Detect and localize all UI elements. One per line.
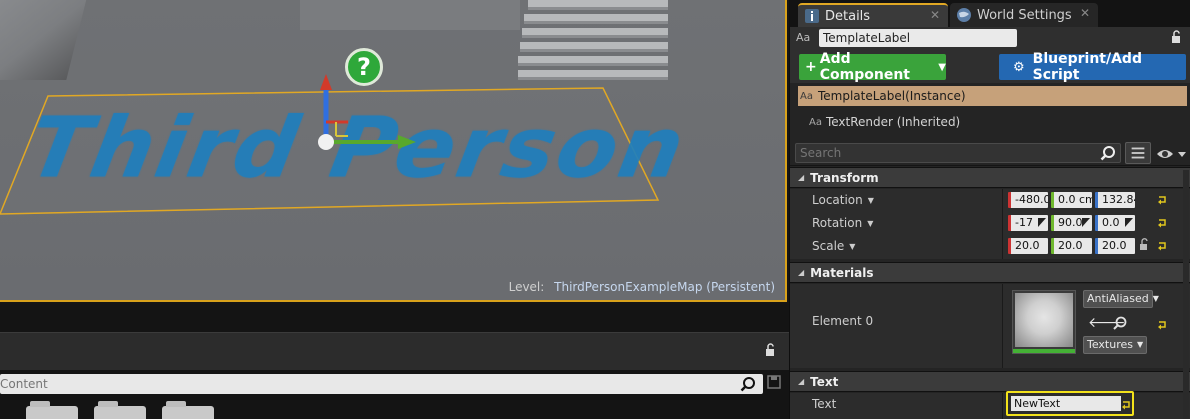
gear-icon: ⚙ — [1013, 59, 1025, 75]
add-component-button[interactable]: + Add Component ▼ — [799, 51, 946, 83]
scale-z-field[interactable]: 20.0 — [1095, 238, 1135, 254]
rotation-x-field[interactable]: -17 — [1008, 215, 1048, 231]
component-tree-item-selected[interactable]: Aa TemplateLabel(Instance) — [798, 86, 1187, 106]
text-section-header[interactable]: ◢ Text — [790, 371, 1190, 392]
rotation-z-field[interactable]: 0.0 — [1095, 215, 1135, 231]
location-y-field[interactable]: 0.0 cm — [1051, 192, 1092, 208]
plus-icon: + — [805, 59, 817, 75]
reset-to-default-icon[interactable] — [1157, 241, 1167, 251]
component-label: TemplateLabel(Instance) — [817, 89, 966, 103]
column-divider[interactable] — [1002, 189, 1003, 259]
tab-label: Details — [825, 8, 871, 24]
text-component-icon: Aa — [809, 116, 822, 128]
info-icon — [805, 9, 819, 23]
details-scrollbar[interactable] — [1183, 170, 1189, 419]
help-sprite-icon[interactable]: ? — [345, 48, 383, 86]
add-component-label: Add Component — [819, 51, 910, 83]
scale-x-field[interactable]: 20.0 — [1008, 238, 1048, 254]
details-search-row — [790, 140, 1190, 166]
actor-name-field[interactable] — [819, 29, 1017, 47]
scale-label[interactable]: Scale ▼ — [812, 239, 855, 253]
folder-icon[interactable] — [26, 401, 78, 419]
details-search-box[interactable] — [795, 143, 1121, 163]
rotation-y-field[interactable]: 90.0 — [1051, 215, 1092, 231]
materials-section-header[interactable]: ◢ Materials — [790, 262, 1190, 283]
chevron-down-icon: ▼ — [938, 61, 946, 73]
section-title: Transform — [810, 170, 879, 185]
text-value-field[interactable] — [1011, 396, 1121, 411]
reset-to-default-icon[interactable] — [1157, 195, 1167, 205]
column-divider[interactable] — [1002, 284, 1003, 368]
reset-to-default-icon[interactable] — [1157, 218, 1167, 228]
scale-y-field[interactable]: 20.0 — [1051, 238, 1092, 254]
tab-label: World Settings — [977, 7, 1072, 23]
actor-name-row: Aa — [790, 27, 1190, 51]
collapse-arrow-icon: ◢ — [798, 268, 805, 277]
chevron-down-icon: ▼ — [867, 195, 874, 205]
search-icon[interactable] — [1100, 145, 1116, 161]
column-divider[interactable] — [1002, 393, 1003, 419]
folder-icon[interactable] — [94, 401, 146, 419]
component-label: TextRender (Inherited) — [825, 115, 961, 129]
location-label[interactable]: Location ▼ — [812, 193, 874, 207]
collapse-arrow-icon: ◢ — [798, 173, 805, 182]
section-title: Materials — [810, 265, 874, 280]
level-label-value: ThirdPersonExampleMap (Persistent) — [554, 280, 775, 294]
tab-details[interactable]: Details ✕ — [798, 3, 948, 27]
component-button-row: + Add Component ▼ ⚙ Blueprint/Add Script — [790, 51, 1190, 83]
use-selected-arrow-icon[interactable]: 🡐 — [1088, 316, 1126, 330]
browse-search-icon[interactable] — [1112, 315, 1128, 331]
property-matrix-icon[interactable] — [1125, 142, 1151, 164]
tab-world-settings[interactable]: World Settings ✕ — [950, 3, 1098, 27]
element-0-label: Element 0 — [812, 314, 874, 328]
chevron-down-icon: ▼ — [867, 218, 874, 228]
location-z-field[interactable]: 132.84 — [1095, 192, 1135, 208]
search-icon[interactable] — [740, 376, 756, 392]
content-search-box[interactable] — [0, 374, 763, 394]
lock-icon[interactable] — [1170, 30, 1184, 44]
close-icon[interactable]: ✕ — [1080, 6, 1090, 20]
textures-combo[interactable]: Textures ▼ — [1083, 336, 1147, 354]
material-asset-combo[interactable]: AntiAliased ▼ — [1083, 290, 1159, 308]
chevron-down-icon: ▼ — [1137, 340, 1144, 349]
save-search-icon[interactable] — [767, 375, 781, 389]
level-label-key: Level: — [508, 280, 545, 294]
details-search-input[interactable] — [796, 144, 1096, 162]
lock-icon[interactable] — [764, 343, 778, 357]
transform-section-header[interactable]: ◢ Transform — [790, 167, 1190, 188]
level-viewport[interactable]: Third Person ? Level: ThirdPersonExample… — [0, 0, 787, 302]
text-actor-icon: Aa — [796, 31, 811, 44]
text-value-highlight — [1006, 391, 1134, 416]
close-icon[interactable]: ✕ — [930, 8, 940, 22]
folder-icon[interactable] — [162, 401, 214, 419]
content-search-input[interactable] — [0, 374, 720, 394]
content-browser-panel — [0, 304, 789, 419]
material-thumbnail[interactable] — [1012, 290, 1076, 354]
component-tree-item[interactable]: Aa TextRender (Inherited) — [809, 112, 960, 132]
material-type-bar — [1013, 349, 1075, 353]
panel-tab-bar: Details ✕ World Settings ✕ — [790, 0, 1190, 27]
collapse-arrow-icon: ◢ — [798, 377, 805, 386]
location-x-field[interactable]: -480.0( — [1008, 192, 1048, 208]
globe-icon — [957, 8, 971, 22]
view-options-eye-icon[interactable] — [1155, 146, 1187, 162]
reset-to-default-icon[interactable] — [1121, 400, 1131, 410]
level-indicator: Level: ThirdPersonExampleMap (Persistent… — [509, 280, 775, 294]
lock-icon[interactable] — [1139, 238, 1151, 251]
reset-to-default-icon[interactable] — [1157, 320, 1167, 330]
chevron-down-icon: ▼ — [1152, 294, 1159, 303]
content-browser-toolbar — [0, 332, 789, 370]
text-property-label: Text — [812, 397, 837, 411]
rotation-label[interactable]: Rotation ▼ — [812, 216, 873, 230]
section-title: Text — [810, 374, 839, 389]
transform-properties: Location▼ -480.0( 0.0 cm 132.84 Rotation… — [790, 189, 1190, 259]
material-preview-image — [1015, 293, 1073, 347]
chevron-down-icon: ▼ — [849, 241, 856, 251]
details-panel: Details ✕ World Settings ✕ Aa + Add Comp… — [789, 0, 1190, 419]
blueprint-add-script-button[interactable]: ⚙ Blueprint/Add Script — [999, 51, 1186, 83]
blueprint-label: Blueprint/Add Script — [1032, 51, 1142, 83]
text-component-icon: Aa — [800, 90, 813, 102]
